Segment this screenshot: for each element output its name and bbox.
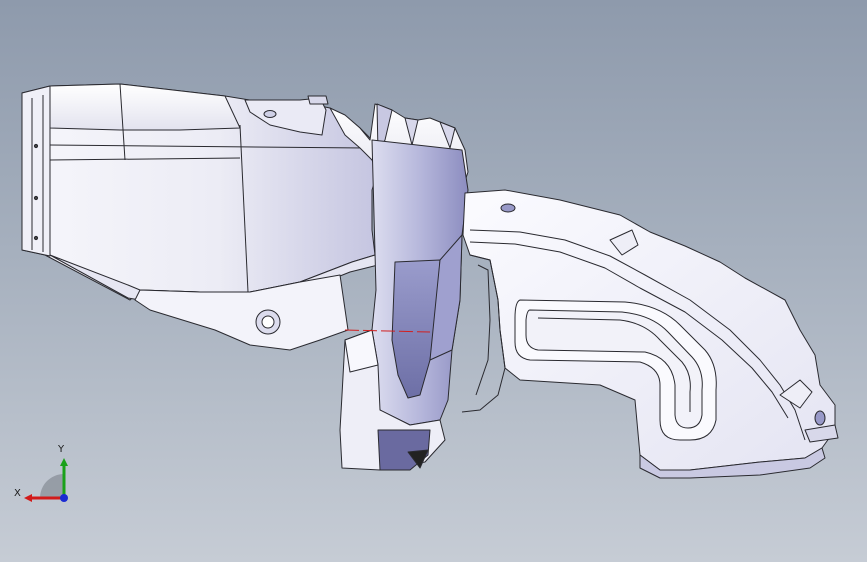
right-branch-hole: [500, 203, 516, 213]
y-axis-label: Y: [57, 444, 65, 455]
graphics-viewport[interactable]: X Y: [0, 0, 867, 562]
3d-part-model[interactable]: [0, 0, 867, 562]
x-axis-label: X: [14, 488, 21, 499]
z-axis-dot: [60, 494, 68, 502]
triad-z-sector: [40, 474, 64, 498]
duct-top-band: [49, 83, 241, 131]
duct-inlet-face: [21, 85, 51, 257]
coordinate-triad: X Y: [14, 444, 68, 502]
